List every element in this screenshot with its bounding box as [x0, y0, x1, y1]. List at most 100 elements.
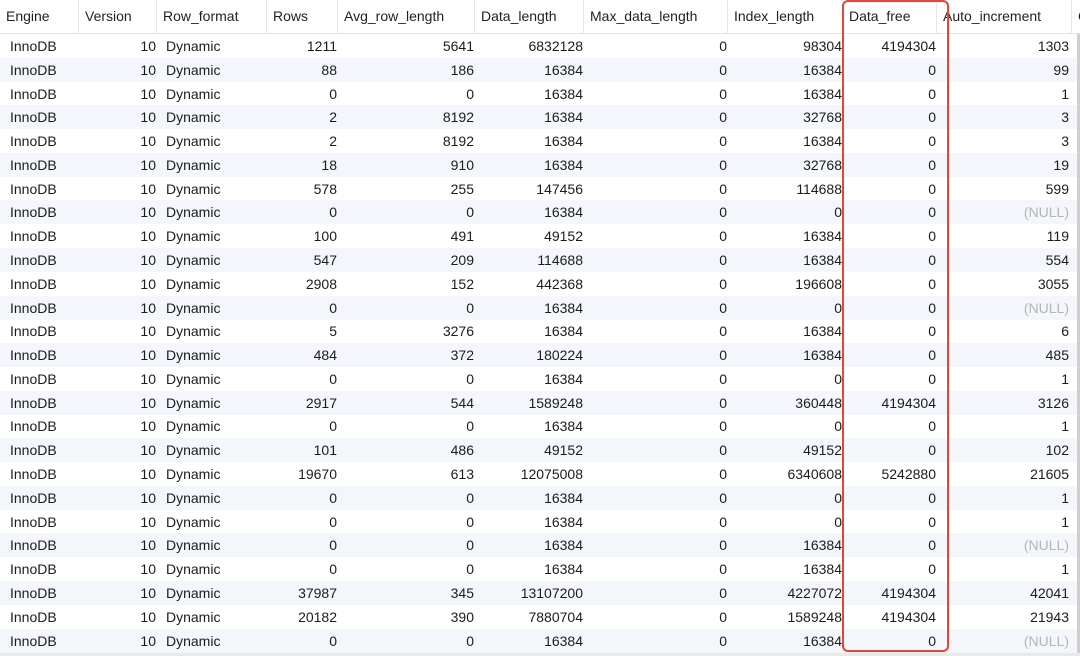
- cell-rows[interactable]: 18: [246, 153, 337, 177]
- cell-max-data-length[interactable]: 0: [600, 510, 727, 534]
- cell-engine[interactable]: InnoDB: [10, 129, 70, 153]
- cell-version[interactable]: 10: [78, 605, 156, 629]
- cell-auto-increment[interactable]: 485: [945, 343, 1069, 367]
- cell-max-data-length[interactable]: 0: [600, 296, 727, 320]
- cell-data-free[interactable]: 0: [848, 343, 936, 367]
- cell-data-length[interactable]: 1589248: [480, 391, 583, 415]
- cell-version[interactable]: 10: [78, 129, 156, 153]
- cell-max-data-length[interactable]: 0: [600, 58, 727, 82]
- cell-data-free[interactable]: 0: [848, 177, 936, 201]
- cell-index-length[interactable]: 16384: [740, 629, 842, 653]
- cell-engine[interactable]: InnoDB: [10, 296, 70, 320]
- cell-rows[interactable]: 484: [246, 343, 337, 367]
- cell-index-length[interactable]: 16384: [740, 224, 842, 248]
- cell-data-free[interactable]: 0: [848, 105, 936, 129]
- cell-auto-increment[interactable]: 599: [945, 177, 1069, 201]
- cell-engine[interactable]: InnoDB: [10, 343, 70, 367]
- table-row[interactable]: InnoDB 10 Dynamic 2908 152 442368 0 196608 0 3055: [0, 271, 1080, 296]
- cell-rows[interactable]: 88: [246, 58, 337, 82]
- cell-version[interactable]: 10: [78, 153, 156, 177]
- cell-version[interactable]: 10: [78, 629, 156, 653]
- cell-data-free[interactable]: 0: [848, 533, 936, 557]
- cell-max-data-length[interactable]: 0: [600, 462, 727, 486]
- cell-data-length[interactable]: 16384: [480, 510, 583, 534]
- cell-version[interactable]: 10: [78, 34, 156, 58]
- cell-rows[interactable]: 0: [246, 296, 337, 320]
- cell-data-length[interactable]: 16384: [480, 58, 583, 82]
- cell-max-data-length[interactable]: 0: [600, 605, 727, 629]
- cell-row-format[interactable]: Dynamic: [166, 438, 246, 462]
- cell-rows[interactable]: 2: [246, 129, 337, 153]
- column-header-max-data-length[interactable]: Max_data_length: [583, 0, 727, 33]
- cell-rows[interactable]: 0: [246, 82, 337, 106]
- table-row[interactable]: InnoDB 10 Dynamic 0 0 16384 0 0 0 1: [0, 485, 1080, 510]
- cell-version[interactable]: 10: [78, 200, 156, 224]
- cell-data-length[interactable]: 49152: [480, 224, 583, 248]
- cell-version[interactable]: 10: [78, 296, 156, 320]
- cell-data-length[interactable]: 16384: [480, 153, 583, 177]
- cell-rows[interactable]: 5: [246, 319, 337, 343]
- cell-data-free[interactable]: 0: [848, 82, 936, 106]
- cell-data-free[interactable]: 0: [848, 200, 936, 224]
- cell-version[interactable]: 10: [78, 581, 156, 605]
- cell-index-length[interactable]: 0: [740, 510, 842, 534]
- cell-index-length[interactable]: 0: [740, 200, 842, 224]
- cell-avg-row-length[interactable]: 0: [380, 414, 474, 438]
- cell-auto-increment[interactable]: 6: [945, 319, 1069, 343]
- cell-data-length[interactable]: 114688: [480, 248, 583, 272]
- cell-data-free[interactable]: 0: [848, 153, 936, 177]
- cell-data-free[interactable]: 0: [848, 438, 936, 462]
- cell-index-length[interactable]: 32768: [740, 153, 842, 177]
- cell-rows[interactable]: 0: [246, 200, 337, 224]
- table-row[interactable]: InnoDB 10 Dynamic 0 0 16384 0 16384 0 (NULL): [0, 533, 1080, 558]
- cell-index-length[interactable]: 0: [740, 486, 842, 510]
- table-row[interactable]: InnoDB 10 Dynamic 20182 390 7880704 0 1589248 41…: [0, 604, 1080, 629]
- column-header-data-length[interactable]: Data_length: [474, 0, 583, 33]
- column-header-data-free[interactable]: Data_free: [842, 0, 936, 33]
- cell-engine[interactable]: InnoDB: [10, 414, 70, 438]
- cell-auto-increment[interactable]: 21943: [945, 605, 1069, 629]
- cell-rows[interactable]: 0: [246, 629, 337, 653]
- cell-engine[interactable]: InnoDB: [10, 629, 70, 653]
- cell-row-format[interactable]: Dynamic: [166, 153, 246, 177]
- cell-data-length[interactable]: 16384: [480, 296, 583, 320]
- cell-data-free[interactable]: 0: [848, 129, 936, 153]
- cell-max-data-length[interactable]: 0: [600, 34, 727, 58]
- table-row[interactable]: InnoDB 10 Dynamic 5 3276 16384 0 16384 0 6: [0, 319, 1080, 344]
- cell-auto-increment[interactable]: (NULL): [945, 296, 1069, 320]
- cell-data-free[interactable]: 0: [848, 414, 936, 438]
- cell-engine[interactable]: InnoDB: [10, 58, 70, 82]
- cell-avg-row-length[interactable]: 345: [380, 581, 474, 605]
- cell-index-length[interactable]: 16384: [740, 557, 842, 581]
- cell-row-format[interactable]: Dynamic: [166, 177, 246, 201]
- cell-auto-increment[interactable]: 119: [945, 224, 1069, 248]
- cell-data-free[interactable]: 4194304: [848, 581, 936, 605]
- cell-version[interactable]: 10: [78, 343, 156, 367]
- cell-engine[interactable]: InnoDB: [10, 510, 70, 534]
- cell-max-data-length[interactable]: 0: [600, 105, 727, 129]
- cell-avg-row-length[interactable]: 544: [380, 391, 474, 415]
- table-row[interactable]: InnoDB 10 Dynamic 578 255 147456 0 114688 0 599: [0, 176, 1080, 201]
- cell-engine[interactable]: InnoDB: [10, 438, 70, 462]
- cell-max-data-length[interactable]: 0: [600, 557, 727, 581]
- cell-data-free[interactable]: 0: [848, 58, 936, 82]
- cell-avg-row-length[interactable]: 186: [380, 58, 474, 82]
- cell-version[interactable]: 10: [78, 486, 156, 510]
- cell-version[interactable]: 10: [78, 414, 156, 438]
- table-row[interactable]: InnoDB 10 Dynamic 0 0 16384 0 0 0 (NULL): [0, 200, 1080, 225]
- results-grid[interactable]: Engine Version Row_format Rows Avg_row_lengt…: [0, 0, 1080, 656]
- cell-avg-row-length[interactable]: 0: [380, 629, 474, 653]
- cell-rows[interactable]: 0: [246, 414, 337, 438]
- cell-row-format[interactable]: Dynamic: [166, 129, 246, 153]
- cell-data-length[interactable]: 180224: [480, 343, 583, 367]
- column-header-auto-increment[interactable]: Auto_increment: [936, 0, 1071, 33]
- cell-rows[interactable]: 37987: [246, 581, 337, 605]
- cell-row-format[interactable]: Dynamic: [166, 462, 246, 486]
- cell-avg-row-length[interactable]: 209: [380, 248, 474, 272]
- cell-data-free[interactable]: 0: [848, 629, 936, 653]
- table-row[interactable]: InnoDB 10 Dynamic 37987 345 13107200 0 4227072 4…: [0, 580, 1080, 605]
- cell-index-length[interactable]: 98304: [740, 34, 842, 58]
- cell-engine[interactable]: InnoDB: [10, 34, 70, 58]
- cell-data-free[interactable]: 4194304: [848, 391, 936, 415]
- cell-row-format[interactable]: Dynamic: [166, 248, 246, 272]
